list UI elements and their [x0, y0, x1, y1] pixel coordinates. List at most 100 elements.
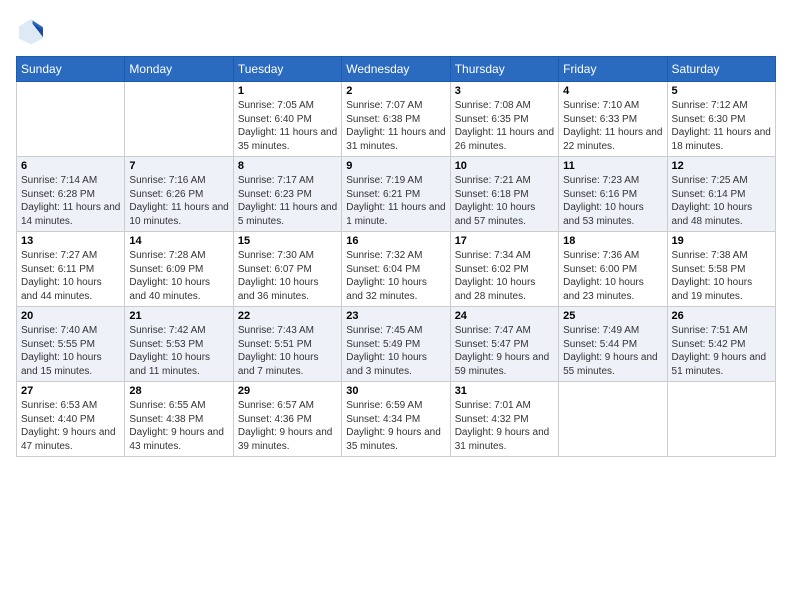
day-number: 4	[563, 85, 662, 97]
day-number: 6	[21, 160, 120, 172]
day-info: Sunrise: 7:05 AM Sunset: 6:40 PM Dayligh…	[238, 99, 337, 153]
day-header-friday: Friday	[559, 57, 667, 82]
day-info: Sunrise: 7:51 AM Sunset: 5:42 PM Dayligh…	[672, 324, 771, 378]
calendar-cell	[17, 82, 125, 157]
day-number: 29	[238, 385, 337, 397]
calendar-cell: 26 Sunrise: 7:51 AM Sunset: 5:42 PM Dayli…	[667, 307, 775, 382]
calendar-cell: 24Sunrise: 7:47 AM Sunset: 5:47 PM Dayli…	[450, 307, 558, 382]
day-info: Sunrise: 6:59 AM Sunset: 4:34 PM Dayligh…	[346, 399, 445, 453]
day-info: Sunrise: 7:43 AM Sunset: 5:51 PM Dayligh…	[238, 324, 337, 378]
day-number: 10	[455, 160, 554, 172]
calendar-cell: 23 Sunrise: 7:45 AM Sunset: 5:49 PM Dayli…	[342, 307, 450, 382]
calendar-cell: 11 Sunrise: 7:23 AM Sunset: 6:16 PM Dayli…	[559, 157, 667, 232]
calendar-cell: 1 Sunrise: 7:05 AM Sunset: 6:40 PM Daylig…	[233, 82, 341, 157]
calendar-week-2: 6 Sunrise: 7:14 AM Sunset: 6:28 PM Daylig…	[17, 157, 776, 232]
day-info: Sunrise: 7:32 AM Sunset: 6:04 PM Dayligh…	[346, 249, 445, 303]
day-info: Sunrise: 7:07 AM Sunset: 6:38 PM Dayligh…	[346, 99, 445, 153]
day-info: Sunrise: 6:57 AM Sunset: 4:36 PM Dayligh…	[238, 399, 337, 453]
day-number: 16	[346, 235, 445, 247]
calendar-cell: 18Sunrise: 7:36 AM Sunset: 6:00 PM Dayli…	[559, 232, 667, 307]
day-number: 24	[455, 310, 554, 322]
logo	[16, 16, 50, 46]
day-number: 5	[672, 85, 771, 97]
calendar-cell: 25 Sunrise: 7:49 AM Sunset: 5:44 PM Dayli…	[559, 307, 667, 382]
day-info: Sunrise: 6:55 AM Sunset: 4:38 PM Dayligh…	[129, 399, 228, 453]
day-number: 1	[238, 85, 337, 97]
day-number: 20	[21, 310, 120, 322]
calendar-cell: 27 Sunrise: 6:53 AM Sunset: 4:40 PM Dayli…	[17, 382, 125, 457]
calendar-cell: 7 Sunrise: 7:16 AM Sunset: 6:26 PM Daylig…	[125, 157, 233, 232]
day-header-saturday: Saturday	[667, 57, 775, 82]
day-number: 9	[346, 160, 445, 172]
day-number: 21	[129, 310, 228, 322]
day-header-sunday: Sunday	[17, 57, 125, 82]
day-info: Sunrise: 7:25 AM Sunset: 6:14 PM Dayligh…	[672, 174, 771, 228]
day-info: Sunrise: 7:36 AM Sunset: 6:00 PM Dayligh…	[563, 249, 662, 303]
day-info: Sunrise: 7:16 AM Sunset: 6:26 PM Dayligh…	[129, 174, 228, 228]
day-number: 23	[346, 310, 445, 322]
calendar-cell: 20Sunrise: 7:40 AM Sunset: 5:55 PM Dayli…	[17, 307, 125, 382]
day-number: 30	[346, 385, 445, 397]
calendar-week-5: 27 Sunrise: 6:53 AM Sunset: 4:40 PM Dayli…	[17, 382, 776, 457]
calendar-cell	[667, 382, 775, 457]
day-number: 19	[672, 235, 771, 247]
day-number: 2	[346, 85, 445, 97]
day-info: Sunrise: 7:10 AM Sunset: 6:33 PM Dayligh…	[563, 99, 662, 153]
day-number: 11	[563, 160, 662, 172]
day-info: Sunrise: 7:49 AM Sunset: 5:44 PM Dayligh…	[563, 324, 662, 378]
day-info: Sunrise: 7:08 AM Sunset: 6:35 PM Dayligh…	[455, 99, 554, 153]
calendar-cell: 15Sunrise: 7:30 AM Sunset: 6:07 PM Dayli…	[233, 232, 341, 307]
calendar-cell: 4 Sunrise: 7:10 AM Sunset: 6:33 PM Daylig…	[559, 82, 667, 157]
page: SundayMondayTuesdayWednesdayThursdayFrid…	[0, 0, 792, 612]
header-row: SundayMondayTuesdayWednesdayThursdayFrid…	[17, 57, 776, 82]
day-info: Sunrise: 7:42 AM Sunset: 5:53 PM Dayligh…	[129, 324, 228, 378]
day-info: Sunrise: 7:14 AM Sunset: 6:28 PM Dayligh…	[21, 174, 120, 228]
calendar-cell: 17 Sunrise: 7:34 AM Sunset: 6:02 PM Dayli…	[450, 232, 558, 307]
day-number: 12	[672, 160, 771, 172]
calendar-cell: 8Sunrise: 7:17 AM Sunset: 6:23 PM Daylig…	[233, 157, 341, 232]
calendar-cell: 9 Sunrise: 7:19 AM Sunset: 6:21 PM Daylig…	[342, 157, 450, 232]
day-info: Sunrise: 7:38 AM Sunset: 5:58 PM Dayligh…	[672, 249, 771, 303]
calendar-cell: 12 Sunrise: 7:25 AM Sunset: 6:14 PM Dayli…	[667, 157, 775, 232]
calendar-cell: 2 Sunrise: 7:07 AM Sunset: 6:38 PM Daylig…	[342, 82, 450, 157]
day-number: 28	[129, 385, 228, 397]
header	[16, 16, 776, 46]
day-info: Sunrise: 7:19 AM Sunset: 6:21 PM Dayligh…	[346, 174, 445, 228]
day-number: 22	[238, 310, 337, 322]
calendar-cell: 31Sunrise: 7:01 AM Sunset: 4:32 PM Dayli…	[450, 382, 558, 457]
day-info: Sunrise: 7:27 AM Sunset: 6:11 PM Dayligh…	[21, 249, 120, 303]
day-info: Sunrise: 6:53 AM Sunset: 4:40 PM Dayligh…	[21, 399, 120, 453]
calendar-cell: 30 Sunrise: 6:59 AM Sunset: 4:34 PM Dayli…	[342, 382, 450, 457]
calendar-cell: 13 Sunrise: 7:27 AM Sunset: 6:11 PM Dayli…	[17, 232, 125, 307]
calendar-week-4: 20Sunrise: 7:40 AM Sunset: 5:55 PM Dayli…	[17, 307, 776, 382]
day-number: 8	[238, 160, 337, 172]
day-info: Sunrise: 7:45 AM Sunset: 5:49 PM Dayligh…	[346, 324, 445, 378]
day-number: 3	[455, 85, 554, 97]
calendar-cell	[559, 382, 667, 457]
calendar-cell: 14Sunrise: 7:28 AM Sunset: 6:09 PM Dayli…	[125, 232, 233, 307]
day-header-wednesday: Wednesday	[342, 57, 450, 82]
calendar-cell: 6 Sunrise: 7:14 AM Sunset: 6:28 PM Daylig…	[17, 157, 125, 232]
day-number: 31	[455, 385, 554, 397]
day-number: 7	[129, 160, 228, 172]
day-number: 17	[455, 235, 554, 247]
calendar-table: SundayMondayTuesdayWednesdayThursdayFrid…	[16, 56, 776, 457]
calendar-week-1: 1 Sunrise: 7:05 AM Sunset: 6:40 PM Daylig…	[17, 82, 776, 157]
day-number: 27	[21, 385, 120, 397]
day-number: 25	[563, 310, 662, 322]
day-number: 13	[21, 235, 120, 247]
day-number: 15	[238, 235, 337, 247]
day-info: Sunrise: 7:28 AM Sunset: 6:09 PM Dayligh…	[129, 249, 228, 303]
day-header-thursday: Thursday	[450, 57, 558, 82]
day-info: Sunrise: 7:23 AM Sunset: 6:16 PM Dayligh…	[563, 174, 662, 228]
calendar-cell: 21 Sunrise: 7:42 AM Sunset: 5:53 PM Dayli…	[125, 307, 233, 382]
calendar-cell: 29 Sunrise: 6:57 AM Sunset: 4:36 PM Dayli…	[233, 382, 341, 457]
calendar-cell: 16 Sunrise: 7:32 AM Sunset: 6:04 PM Dayli…	[342, 232, 450, 307]
calendar-cell: 22 Sunrise: 7:43 AM Sunset: 5:51 PM Dayli…	[233, 307, 341, 382]
day-info: Sunrise: 7:34 AM Sunset: 6:02 PM Dayligh…	[455, 249, 554, 303]
calendar-week-3: 13 Sunrise: 7:27 AM Sunset: 6:11 PM Dayli…	[17, 232, 776, 307]
calendar-cell: 5 Sunrise: 7:12 AM Sunset: 6:30 PM Daylig…	[667, 82, 775, 157]
day-info: Sunrise: 7:12 AM Sunset: 6:30 PM Dayligh…	[672, 99, 771, 153]
day-number: 26	[672, 310, 771, 322]
calendar-cell: 28 Sunrise: 6:55 AM Sunset: 4:38 PM Dayli…	[125, 382, 233, 457]
